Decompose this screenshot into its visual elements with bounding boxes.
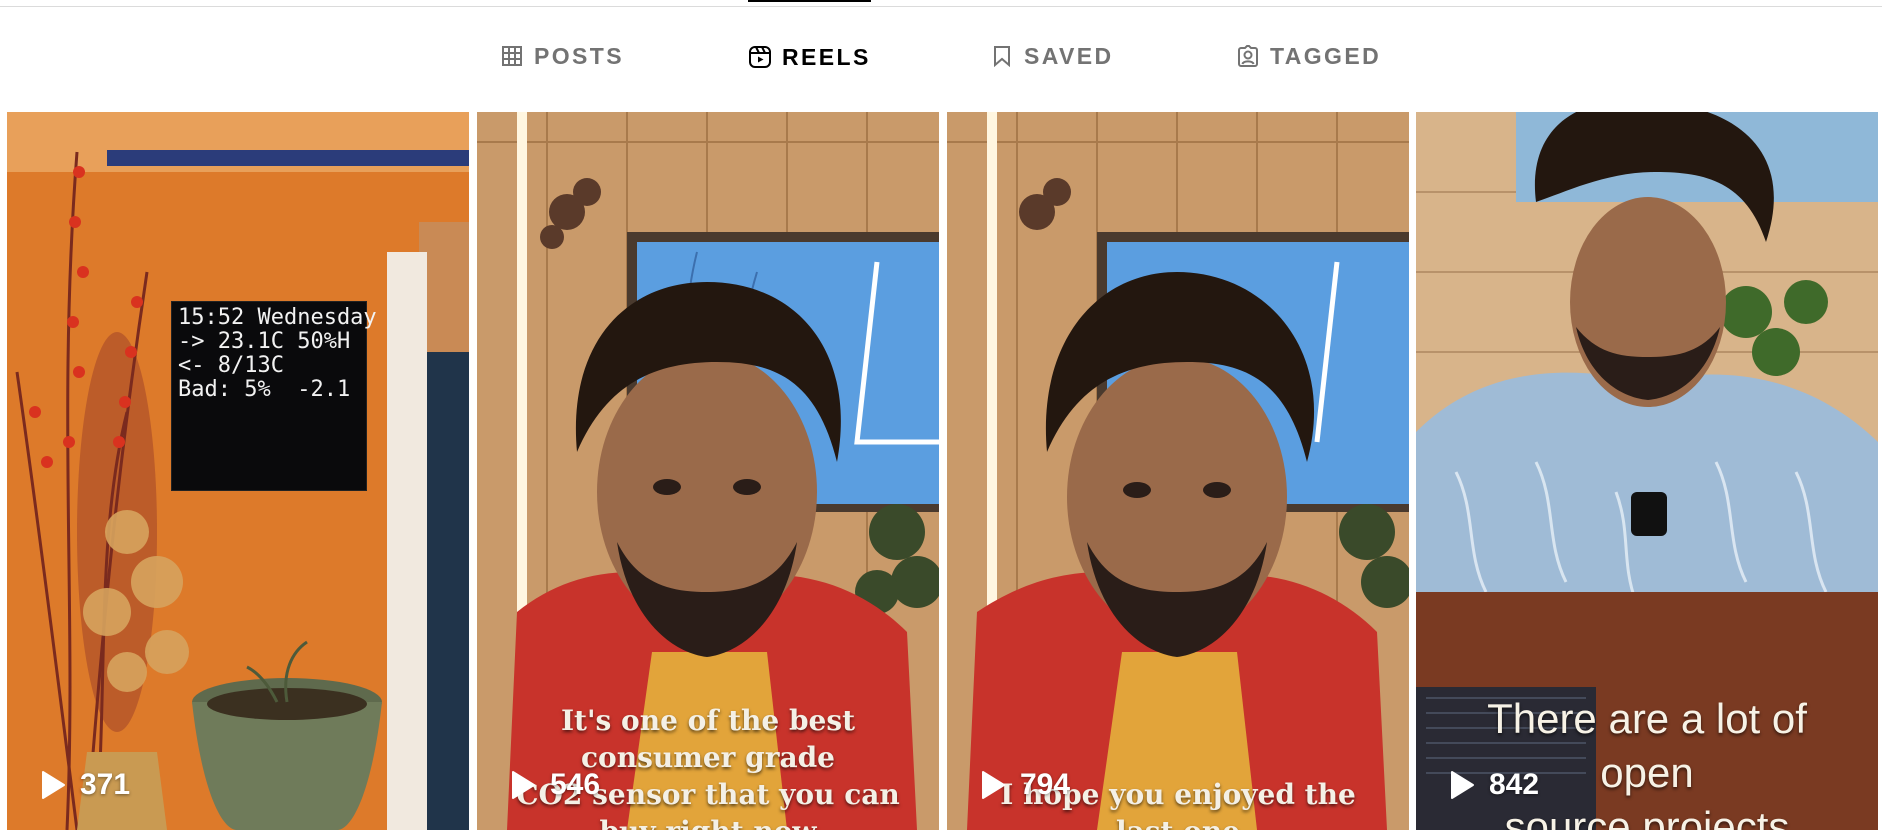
tagged-person-icon (1236, 44, 1260, 68)
view-count-value: 794 (1020, 768, 1071, 801)
bookmark-icon (990, 44, 1014, 68)
tab-posts[interactable]: POSTS (500, 0, 624, 112)
grid-icon (500, 44, 524, 68)
reels-grid: 15:52 Wednesday -> 23.1C 50%H <- 8/13C B… (7, 112, 1878, 830)
play-icon (42, 771, 65, 799)
tab-reels-label: REELS (782, 43, 871, 70)
tab-tagged[interactable]: TAGGED (1236, 0, 1381, 112)
view-count-value: 371 (80, 768, 131, 801)
reel-thumbnail[interactable]: It's one of the best consumer grade CO2 … (477, 112, 939, 830)
play-icon (1451, 771, 1474, 799)
tab-saved[interactable]: SAVED (990, 0, 1114, 112)
tab-reels[interactable]: REELS (748, 0, 871, 112)
tab-saved-label: SAVED (1024, 42, 1114, 69)
play-icon (512, 771, 535, 799)
reel-caption: There are a lot of open source projects (1487, 695, 1807, 830)
tab-posts-label: POSTS (534, 42, 624, 69)
reels-icon (748, 45, 772, 69)
reel-thumbnail[interactable]: There are a lot of open source projects … (1416, 112, 1878, 830)
view-count: 842 (1449, 768, 1539, 802)
reel-caption: It's one of the best consumer grade CO2 … (516, 704, 900, 830)
view-count: 371 (40, 768, 130, 802)
play-icon (982, 771, 1005, 799)
profile-reels-page: POSTS REELS SAVED TAGGED 15:52 Wednesday… (0, 0, 1882, 830)
reel-thumbnail[interactable]: I hope you enjoyed the last one 794 (947, 112, 1409, 830)
led-display: 15:52 Wednesday -> 23.1C 50%H <- 8/13C B… (171, 301, 377, 491)
profile-tabs: POSTS REELS SAVED TAGGED (0, 0, 1882, 112)
view-count: 794 (980, 768, 1070, 802)
view-count-value: 546 (550, 768, 601, 801)
tab-tagged-label: TAGGED (1270, 42, 1382, 69)
reel-thumbnail[interactable]: 15:52 Wednesday -> 23.1C 50%H <- 8/13C B… (7, 112, 469, 830)
view-count-value: 842 (1489, 768, 1540, 801)
view-count: 546 (510, 768, 600, 802)
reel-3-image (947, 112, 1409, 830)
